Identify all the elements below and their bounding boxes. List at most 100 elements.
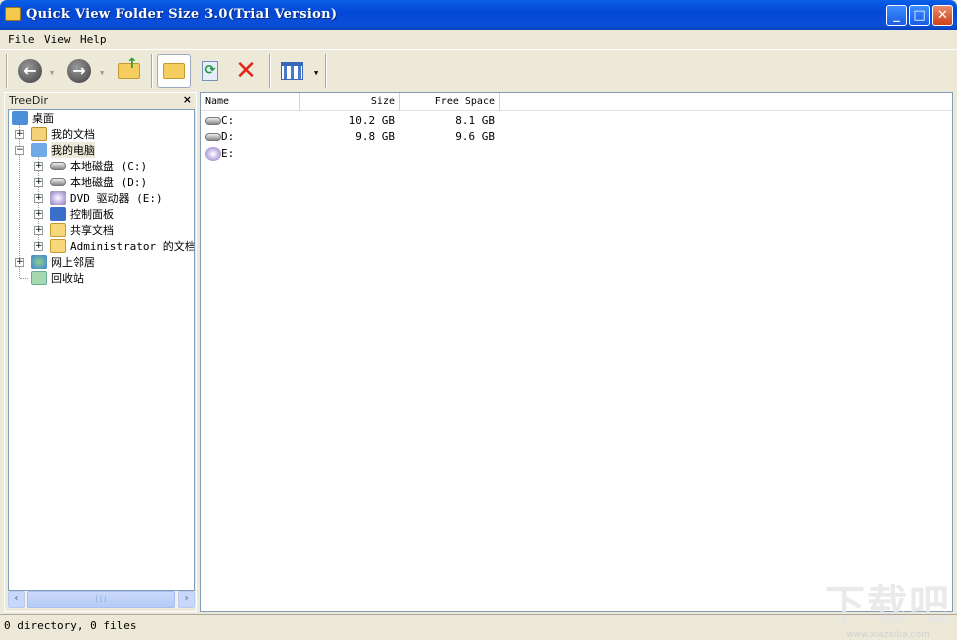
toolbar-end (325, 54, 327, 88)
drive-free-space: 9.6 GB (455, 130, 495, 143)
tree-item-label: 回收站 (51, 272, 84, 285)
toolbar-separator (151, 54, 153, 88)
drive-size: 10.2 GB (348, 114, 395, 127)
expand-icon[interactable]: + (34, 210, 43, 219)
disk-icon (50, 178, 66, 186)
tree-panel: TreeDir × 桌面 + 我的文档 − 我的电脑 + 本地磁盘 (C:) +… (4, 92, 197, 612)
scroll-right-button[interactable]: › (178, 591, 195, 608)
forward-icon: → (67, 59, 91, 83)
drive-name: D: (221, 130, 235, 143)
computer-icon (31, 143, 47, 157)
status-text: 0 directory, 0 files (4, 619, 137, 632)
tree-panel-close-button[interactable]: × (183, 93, 192, 106)
drive-name: C: (221, 114, 235, 127)
tree-item[interactable]: DVD 驱动器 (E:) (50, 190, 163, 206)
back-icon: ← (18, 59, 42, 83)
toolbar-separator (269, 54, 271, 88)
app-icon (5, 7, 21, 21)
tree-item[interactable]: 回收站 (31, 270, 84, 286)
toolbar: ← ▼ → ▼ ↑ ⟳ ✕ ▼ (4, 52, 328, 90)
close-button[interactable]: ✕ (932, 5, 953, 26)
list-row[interactable]: C: 10.2 GB 8.1 GB (201, 113, 952, 129)
tree-item-label: DVD 驱动器 (E:) (70, 192, 163, 205)
tree-item-label: 网上邻居 (51, 256, 95, 269)
control-panel-icon (50, 207, 66, 221)
list-row[interactable]: D: 9.8 GB 9.6 GB (201, 129, 952, 145)
column-size[interactable]: Size (300, 93, 400, 111)
tree-item[interactable]: 桌面 (12, 110, 54, 126)
tree-item[interactable]: 控制面板 (50, 206, 114, 222)
expand-icon[interactable]: + (34, 194, 43, 203)
up-folder-icon: ↑ (118, 56, 140, 79)
folder-tree[interactable]: 桌面 + 我的文档 − 我的电脑 + 本地磁盘 (C:) + 本地磁盘 (D:)… (8, 109, 195, 591)
tree-item[interactable]: 我的电脑 (31, 142, 95, 158)
drive-free-space: 8.1 GB (455, 114, 495, 127)
forward-dropdown-icon[interactable]: ▼ (100, 69, 104, 77)
list-header: Name Size Free Space (201, 93, 952, 111)
expand-icon[interactable]: + (34, 242, 43, 251)
dvd-icon (50, 191, 66, 205)
expand-icon[interactable]: + (34, 162, 43, 171)
up-button[interactable]: ↑ (112, 54, 146, 88)
disk-icon (205, 133, 221, 141)
expand-icon[interactable]: + (15, 130, 24, 139)
tree-item-label: 共享文档 (70, 224, 114, 237)
expand-icon[interactable]: + (34, 178, 43, 187)
minimize-button[interactable]: _ (886, 5, 907, 26)
toolbar-grip (6, 54, 8, 88)
window-title: Quick View Folder Size 3.0(Trial Version… (26, 7, 338, 22)
tree-item-label: 本地磁盘 (C:) (70, 160, 148, 173)
view-icon (281, 62, 303, 80)
tree-item[interactable]: 本地磁盘 (D:) (50, 174, 147, 190)
scroll-left-button[interactable]: ‹ (8, 591, 25, 608)
menu-file[interactable]: File (8, 33, 35, 46)
column-name[interactable]: Name (201, 93, 300, 111)
horizontal-scrollbar[interactable]: ‹ ||| › (8, 591, 195, 608)
menu-help[interactable]: Help (80, 33, 107, 46)
maximize-button[interactable]: □ (909, 5, 930, 26)
tree-item-label: 我的电脑 (51, 142, 95, 158)
view-dropdown-icon[interactable]: ▼ (314, 69, 318, 77)
desktop-icon (12, 111, 28, 125)
forward-button[interactable]: → (62, 54, 96, 88)
tree-panel-title: TreeDir (9, 94, 48, 107)
network-icon (31, 255, 47, 269)
tree-item[interactable]: 我的文档 (31, 126, 95, 142)
delete-icon: ✕ (235, 56, 257, 86)
tree-item[interactable]: Administrator 的文档 (50, 238, 195, 254)
tree-item-label: 本地磁盘 (D:) (70, 176, 148, 189)
status-bar: 0 directory, 0 files (0, 614, 957, 636)
list-row[interactable]: E: (201, 146, 952, 162)
drive-list[interactable]: Name Size Free Space C: 10.2 GB 8.1 GB D… (200, 92, 953, 612)
folder-icon (50, 239, 66, 253)
view-button[interactable] (275, 54, 309, 88)
delete-button[interactable]: ✕ (229, 54, 263, 88)
tree-item-label: 控制面板 (70, 208, 114, 221)
tree-item[interactable]: 共享文档 (50, 222, 114, 238)
refresh-icon: ⟳ (202, 61, 218, 81)
expand-icon[interactable]: + (34, 226, 43, 235)
menu-view[interactable]: View (44, 33, 71, 46)
back-button[interactable]: ← (13, 54, 47, 88)
tree-item[interactable]: 网上邻居 (31, 254, 95, 270)
tree-item-label: 桌面 (32, 112, 54, 125)
tree-item-label: Administrator 的文档 (70, 240, 195, 253)
open-folder-button[interactable] (157, 54, 191, 88)
scroll-thumb[interactable]: ||| (27, 591, 175, 608)
dvd-icon (205, 147, 221, 161)
drive-name: E: (221, 147, 235, 160)
refresh-button[interactable]: ⟳ (193, 54, 227, 88)
open-folder-icon (163, 63, 185, 79)
folder-icon (50, 223, 66, 237)
disk-icon (50, 162, 66, 170)
title-bar: Quick View Folder Size 3.0(Trial Version… (0, 0, 957, 30)
column-free-space[interactable]: Free Space (400, 93, 500, 111)
recycle-bin-icon (31, 271, 47, 285)
back-dropdown-icon[interactable]: ▼ (50, 69, 54, 77)
expand-icon[interactable]: + (15, 258, 24, 267)
tree-item[interactable]: 本地磁盘 (C:) (50, 158, 147, 174)
drive-size: 9.8 GB (355, 130, 395, 143)
menu-bar: File View Help (0, 30, 957, 50)
collapse-icon[interactable]: − (15, 146, 24, 155)
tree-item-label: 我的文档 (51, 128, 95, 141)
